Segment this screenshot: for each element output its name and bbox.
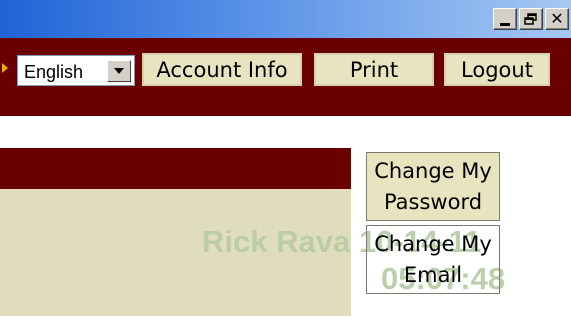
- watermark-name: Rick Rava: [202, 224, 351, 259]
- panel-header: [0, 148, 351, 189]
- logout-button[interactable]: Logout: [444, 53, 550, 86]
- minimize-button[interactable]: [493, 8, 517, 30]
- window-controls: ✕: [493, 8, 569, 30]
- restore-icon: [524, 13, 537, 25]
- button-label-line-1: Change My: [374, 231, 492, 256]
- language-select-value: English: [24, 62, 84, 82]
- change-password-button[interactable]: Change My Password: [366, 152, 500, 221]
- button-label-line-2: Password: [383, 189, 483, 214]
- close-icon: ✕: [550, 9, 564, 28]
- button-label-line-1: Change My: [374, 158, 492, 183]
- chevron-down-icon: [114, 68, 124, 74]
- restore-button[interactable]: [519, 8, 543, 30]
- close-button[interactable]: ✕: [545, 8, 569, 30]
- minimize-icon: [500, 22, 510, 26]
- dropdown-button[interactable]: [107, 60, 131, 82]
- change-email-button[interactable]: Change My Email: [366, 225, 500, 294]
- button-label-line-2: Email: [403, 262, 463, 287]
- account-info-button[interactable]: Account Info: [142, 53, 302, 86]
- window-titlebar: ✕: [0, 0, 571, 38]
- language-select[interactable]: English: [17, 55, 135, 86]
- print-button[interactable]: Print: [314, 53, 434, 86]
- menu-arrow-icon: [2, 63, 8, 73]
